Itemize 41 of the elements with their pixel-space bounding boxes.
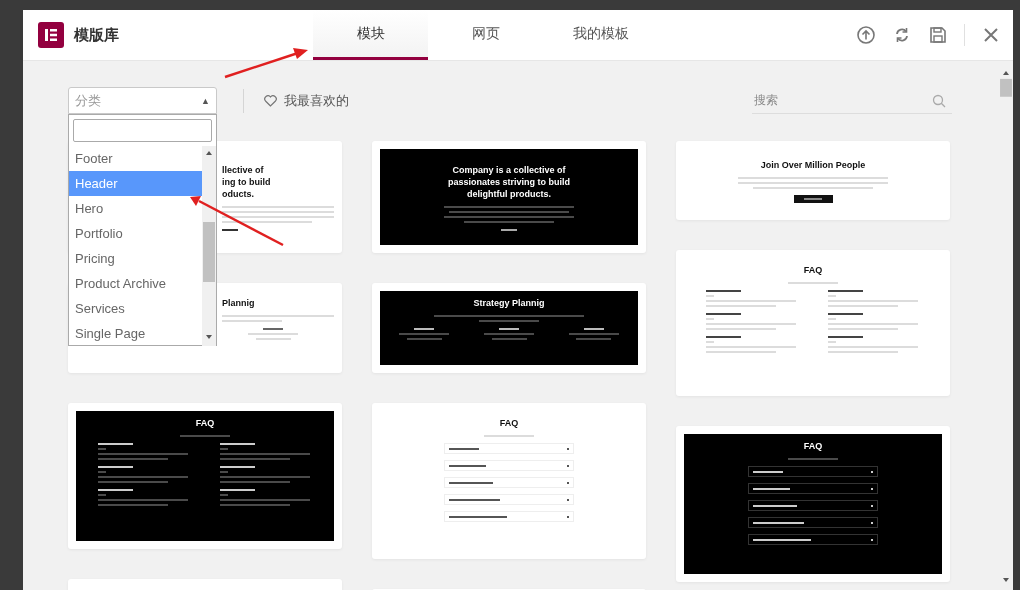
search-icon: [932, 94, 946, 108]
template-title: Join Over Million People: [760, 158, 866, 171]
template-title: FAQ: [803, 440, 823, 452]
template-title: FAQ: [195, 417, 215, 429]
template-title: Plannig: [222, 297, 255, 309]
template-title: FAQ: [803, 264, 823, 276]
dropdown-option[interactable]: Pricing: [69, 246, 202, 271]
upload-icon[interactable]: [856, 25, 876, 45]
dropdown-option[interactable]: Hero: [69, 196, 202, 221]
template-title: llective of ing to build oducts.: [222, 163, 271, 200]
dropdown-option[interactable]: Services: [69, 296, 202, 321]
blurred-text-drawing: [248, 333, 298, 340]
logo-icon: [38, 22, 64, 48]
heart-icon: [264, 94, 277, 107]
search-field[interactable]: 搜索: [752, 87, 952, 114]
blurred-text-drawing: [399, 333, 450, 340]
favorites-link[interactable]: 我最喜欢的: [264, 91, 349, 110]
tab[interactable]: 网页: [428, 10, 543, 60]
dropdown-option[interactable]: Footer: [69, 146, 202, 171]
blurred-text-drawing: [484, 333, 534, 340]
category-select[interactable]: 分类 ▲: [68, 87, 217, 114]
dropdown-option[interactable]: Portfolio: [69, 221, 202, 246]
template-card[interactable]: FAQ: [676, 426, 950, 582]
template-card[interactable]: Company is a collective of passionates striving to build delightful products.: [372, 141, 646, 253]
dropdown-search-field[interactable]: [73, 119, 212, 142]
template-card[interactable]: FAQ: [372, 403, 646, 559]
button-drawing: [793, 194, 833, 203]
dropdown-option[interactable]: Single Page: [69, 321, 202, 346]
blurred-text-drawing: [501, 228, 517, 231]
template-card[interactable]: Strategy Plannig: [372, 283, 646, 373]
blurred-text-drawing: [222, 228, 238, 231]
template-card[interactable]: Join Over Million People: [676, 141, 950, 220]
tab[interactable]: 我的模板: [543, 10, 658, 60]
template-title: Strategy Plannig: [473, 297, 545, 309]
save-icon[interactable]: [928, 25, 948, 45]
template-title: FAQ: [499, 417, 519, 429]
window-title: 模版库: [74, 25, 119, 45]
template-title: Company is a collective of passionates striving to build delightful products.: [448, 163, 570, 200]
blurred-text-drawing: [568, 333, 619, 340]
template-card[interactable]: FAQ: [676, 250, 950, 396]
template-card[interactable]: FAQ: [68, 403, 342, 549]
